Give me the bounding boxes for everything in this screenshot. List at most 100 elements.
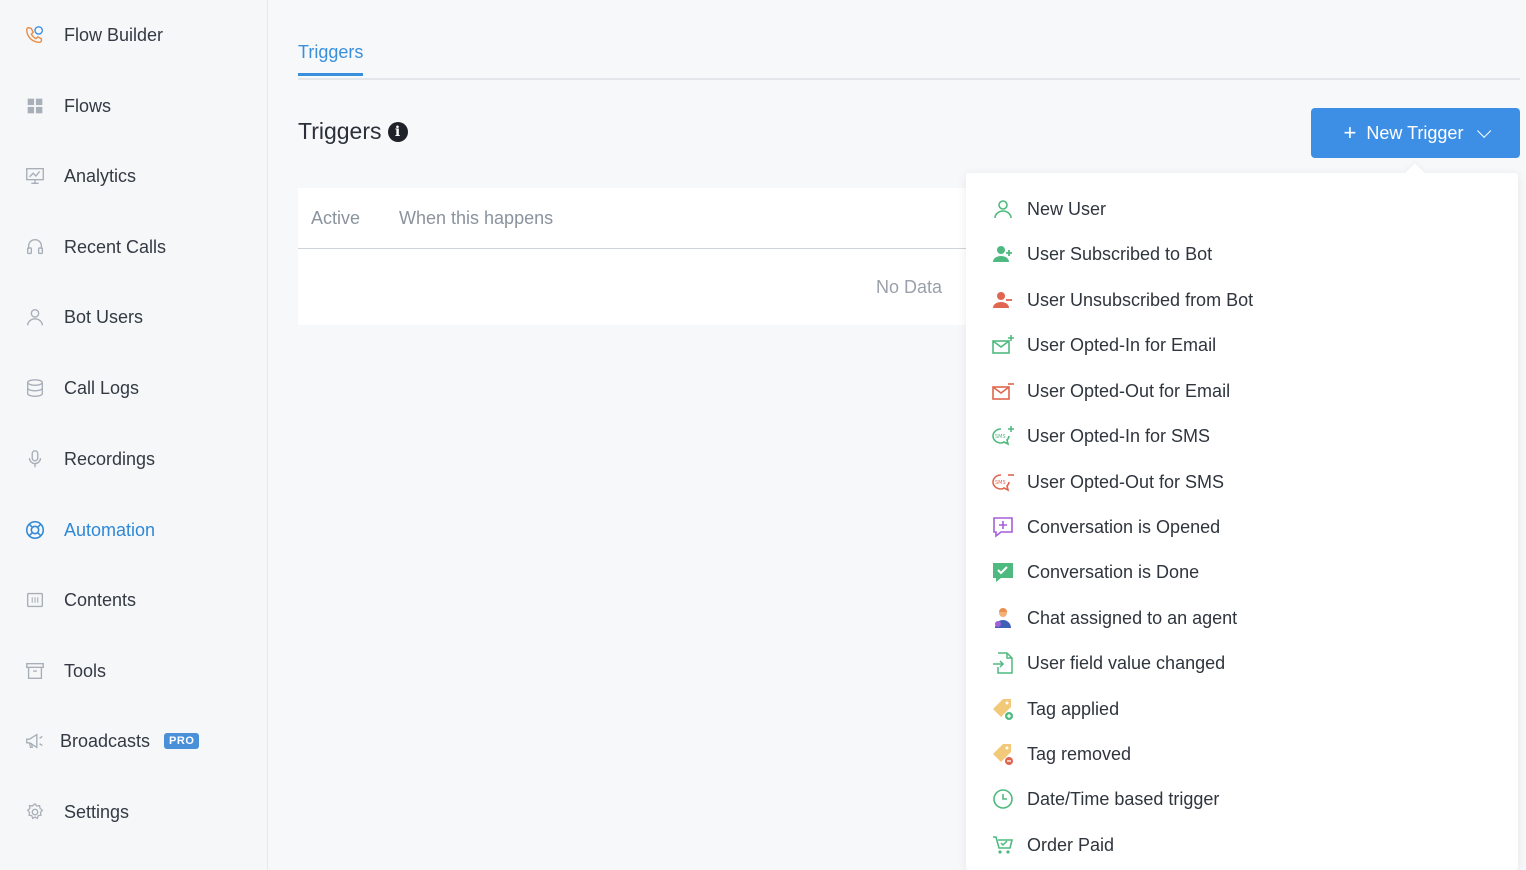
- sidebar-item-label: Automation: [64, 519, 156, 540]
- trigger-option-order-paid[interactable]: Order Paid: [990, 830, 1114, 860]
- trigger-option-conversation-opened[interactable]: Conversation is Opened: [990, 512, 1220, 542]
- trigger-option-label: Tag removed: [1027, 743, 1132, 764]
- presentation-chart-icon: [24, 164, 52, 188]
- user-icon: [24, 305, 52, 329]
- user-outline-icon: [990, 196, 1016, 222]
- trigger-option-label: New User: [1027, 198, 1107, 219]
- sms-minus-icon: SMS: [990, 469, 1016, 495]
- sidebar-item-label: Flows: [64, 95, 112, 116]
- trigger-option-conversation-done[interactable]: Conversation is Done: [990, 557, 1199, 587]
- cart-icon: [990, 832, 1016, 858]
- tab-bar: Triggers: [298, 38, 1520, 80]
- microphone-icon: [24, 447, 52, 471]
- email-plus-icon: [990, 332, 1016, 358]
- sidebar-item-tools[interactable]: Tools: [24, 656, 106, 686]
- triggers-table: Active When this happens No Data: [298, 188, 978, 325]
- chat-plus-icon: [990, 514, 1016, 540]
- user-minus-icon: [990, 287, 1016, 313]
- sidebar-item-label: Tools: [64, 660, 107, 681]
- trigger-option-label: User Opted-In for Email: [1027, 334, 1217, 355]
- sidebar-item-label: Call Logs: [64, 377, 140, 398]
- tab-triggers[interactable]: Triggers: [298, 42, 364, 76]
- info-icon[interactable]: i: [387, 121, 408, 142]
- new-trigger-label: New Trigger: [1366, 122, 1464, 143]
- agent-icon: [990, 605, 1016, 631]
- headset-icon: [24, 235, 52, 259]
- trigger-option-label: Conversation is Opened: [1027, 516, 1221, 537]
- chat-check-icon: [990, 559, 1016, 585]
- trigger-option-label: User Opted-In for SMS: [1027, 425, 1211, 446]
- trigger-option-label: User Opted-Out for SMS: [1027, 471, 1225, 492]
- trigger-option-label: Chat assigned to an agent: [1027, 607, 1238, 628]
- trigger-option-label: Tag applied: [1027, 698, 1120, 719]
- trigger-option-label: User Unsubscribed from Bot: [1027, 289, 1254, 310]
- file-import-icon: [990, 650, 1016, 676]
- sidebar-item-label: Bot Users: [64, 306, 144, 327]
- page-title: Triggers i: [298, 118, 408, 145]
- sidebar-item-call-logs[interactable]: Call Logs: [24, 373, 139, 403]
- sidebar-item-label: Recordings: [64, 448, 156, 469]
- gear-icon: [24, 800, 52, 824]
- archive-box-icon: [24, 659, 52, 683]
- sidebar: Flow Builder Flows Analytics Recent Call…: [0, 0, 268, 870]
- new-trigger-button[interactable]: + New Trigger: [1311, 108, 1520, 158]
- trigger-option-chat-assigned[interactable]: Chat assigned to an agent: [990, 603, 1237, 633]
- svg-text:SMS: SMS: [995, 434, 1006, 440]
- new-trigger-dropdown: New User User Subscribed to Bot User Uns…: [966, 163, 1518, 870]
- plus-icon: +: [1343, 120, 1357, 145]
- trigger-option-new-user[interactable]: New User: [990, 194, 1106, 224]
- sidebar-item-label: Contents: [64, 589, 137, 610]
- svg-text:SMS: SMS: [995, 480, 1006, 486]
- trigger-option-label: User Subscribed to Bot: [1027, 243, 1213, 264]
- sidebar-item-label: Flow Builder: [64, 24, 164, 45]
- chevron-down-icon: [1477, 123, 1492, 138]
- sidebar-item-flow-builder[interactable]: Flow Builder: [24, 20, 163, 50]
- sidebar-item-contents[interactable]: Contents: [24, 585, 136, 615]
- clock-icon: [990, 786, 1016, 812]
- column-header-when[interactable]: When this happens: [399, 208, 553, 229]
- sidebar-item-bot-users[interactable]: Bot Users: [24, 302, 143, 332]
- sidebar-item-label: Broadcasts: [60, 730, 151, 751]
- lifebuoy-icon: [24, 518, 52, 542]
- tag-plus-icon: [990, 696, 1016, 722]
- trigger-option-sms-opt-out[interactable]: SMS User Opted-Out for SMS: [990, 467, 1224, 497]
- database-icon: [24, 376, 52, 400]
- trigger-option-tag-applied[interactable]: Tag applied: [990, 694, 1119, 724]
- sidebar-item-automation[interactable]: Automation: [24, 515, 155, 545]
- column-header-active[interactable]: Active: [311, 208, 360, 229]
- trigger-option-label: Date/Time based trigger: [1027, 788, 1220, 809]
- trigger-option-tag-removed[interactable]: Tag removed: [990, 739, 1131, 769]
- trigger-option-datetime[interactable]: Date/Time based trigger: [990, 784, 1219, 814]
- trigger-option-label: Order Paid: [1027, 834, 1115, 855]
- trigger-option-subscribed[interactable]: User Subscribed to Bot: [990, 239, 1212, 269]
- trigger-option-unsubscribed[interactable]: User Unsubscribed from Bot: [990, 285, 1253, 315]
- sidebar-item-flows[interactable]: Flows: [24, 91, 111, 121]
- table-header: Active When this happens: [298, 188, 978, 249]
- email-minus-icon: [990, 378, 1016, 404]
- content-icon: [24, 588, 52, 612]
- trigger-option-email-opt-out[interactable]: User Opted-Out for Email: [990, 376, 1230, 406]
- trigger-option-label: User field value changed: [1027, 652, 1226, 673]
- trigger-option-sms-opt-in[interactable]: SMS User Opted-In for SMS: [990, 421, 1210, 451]
- trigger-option-email-opt-in[interactable]: User Opted-In for Email: [990, 330, 1216, 360]
- sidebar-item-recordings[interactable]: Recordings: [24, 444, 155, 474]
- sidebar-item-recent-calls[interactable]: Recent Calls: [24, 232, 166, 262]
- pro-badge: PRO: [164, 733, 200, 749]
- trigger-option-label: User Opted-Out for Email: [1027, 380, 1231, 401]
- sidebar-item-analytics[interactable]: Analytics: [24, 161, 136, 191]
- user-plus-icon: [990, 241, 1016, 267]
- phone-flow-icon: [24, 23, 52, 47]
- sidebar-item-label: Recent Calls: [64, 236, 167, 257]
- trigger-option-label: Conversation is Done: [1027, 561, 1200, 582]
- dropdown-caret: [1405, 163, 1425, 183]
- grid-icon: [24, 94, 52, 118]
- sidebar-item-label: Analytics: [64, 165, 137, 186]
- empty-state-text: No Data: [876, 277, 943, 297]
- tag-minus-icon: [990, 741, 1016, 767]
- megaphone-icon: [24, 729, 52, 753]
- sidebar-item-broadcasts[interactable]: Broadcasts PRO: [24, 726, 200, 756]
- sms-plus-icon: SMS: [990, 423, 1016, 449]
- trigger-option-user-field-changed[interactable]: User field value changed: [990, 648, 1225, 678]
- sidebar-item-settings[interactable]: Settings: [24, 797, 129, 827]
- sidebar-item-label: Settings: [64, 801, 130, 822]
